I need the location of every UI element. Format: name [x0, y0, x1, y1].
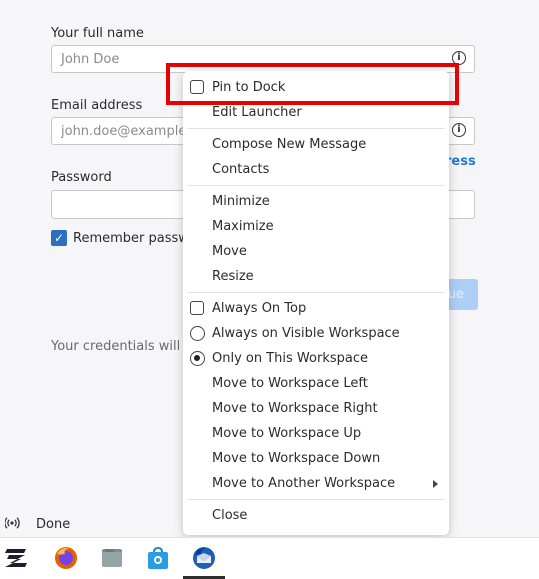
remember-checkbox[interactable]: ✓	[51, 230, 67, 246]
menu-item-workspace-right[interactable]: Move to Workspace Right	[183, 396, 449, 421]
menu-item-minimize[interactable]: Minimize	[183, 189, 449, 214]
full-name-label: Your full name	[51, 26, 144, 41]
menu-item-workspace-down[interactable]: Move to Workspace Down	[183, 446, 449, 471]
always-on-top-checkbox-icon	[190, 301, 204, 315]
firefox-icon[interactable]	[53, 545, 79, 571]
menu-item-always-on-top[interactable]: Always On Top	[183, 296, 449, 321]
menu-item-maximize[interactable]: Maximize	[183, 214, 449, 239]
menu-item-compose[interactable]: Compose New Message	[183, 132, 449, 157]
thunderbird-icon[interactable]	[191, 545, 217, 571]
broadcast-icon	[4, 516, 25, 533]
credentials-note: Your credentials will	[51, 339, 181, 354]
status-text: Done	[36, 517, 71, 532]
password-label: Password	[51, 170, 112, 185]
menu-item-close[interactable]: Close	[183, 503, 449, 528]
menu-item-always-visible-workspace[interactable]: Always on Visible Workspace	[183, 321, 449, 346]
files-icon[interactable]	[99, 545, 125, 571]
dock	[0, 537, 539, 579]
menu-item-workspace-left[interactable]: Move to Workspace Left	[183, 371, 449, 396]
email-label: Email address	[51, 98, 143, 113]
menu-item-contacts[interactable]: Contacts	[183, 157, 449, 182]
menu-item-resize[interactable]: Resize	[183, 264, 449, 289]
submenu-arrow-icon	[433, 480, 438, 488]
highlight-box	[166, 63, 459, 105]
menu-item-workspace-up[interactable]: Move to Workspace Up	[183, 421, 449, 446]
menu-separator	[187, 185, 445, 186]
zorin-menu-icon[interactable]	[4, 545, 30, 571]
info-icon[interactable]: i	[452, 123, 466, 137]
window-context-menu: Pin to Dock Edit Launcher Compose New Me…	[183, 71, 449, 535]
full-name-placeholder: John Doe	[61, 52, 120, 67]
status-bar: Done	[0, 514, 180, 536]
software-store-icon[interactable]	[145, 545, 171, 571]
menu-separator	[187, 128, 445, 129]
radio-icon	[190, 326, 205, 341]
email-placeholder: john.doe@example.	[61, 124, 191, 139]
menu-separator	[187, 499, 445, 500]
menu-item-another-workspace[interactable]: Move to Another Workspace	[183, 471, 449, 496]
menu-item-only-this-workspace[interactable]: Only on This Workspace	[183, 346, 449, 371]
remember-label: Remember passw	[73, 231, 189, 246]
radio-selected-icon	[190, 351, 205, 366]
menu-item-move[interactable]: Move	[183, 239, 449, 264]
menu-separator	[187, 292, 445, 293]
email-link[interactable]: ress	[445, 154, 476, 169]
